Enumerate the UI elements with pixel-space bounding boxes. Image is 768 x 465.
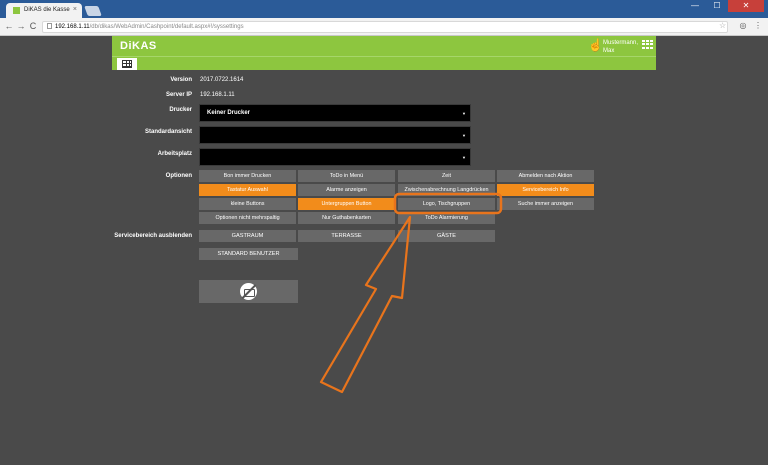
url-path: /db/dikas/WebAdmin/Cashpoint/default.asp… <box>89 24 244 30</box>
workstation-label: Arbeitsplatz <box>157 151 192 157</box>
printer-select[interactable]: Keiner Drucker ▼ <box>199 104 471 122</box>
user-name-line2: Max <box>603 48 615 54</box>
user-name[interactable]: Mustermann, Max <box>603 39 638 55</box>
forward-button[interactable]: → <box>16 21 26 31</box>
chevron-down-icon: ▼ <box>462 133 466 138</box>
standard-user-button[interactable]: STANDARD BENUTZER <box>199 248 298 260</box>
app-subbar <box>112 56 656 70</box>
version-value: 2017.0722.1614 <box>200 77 244 83</box>
printer-select-value: Keiner Drucker <box>207 110 251 116</box>
window-controls: — ☐ ✕ <box>684 0 764 12</box>
option-bon-immer-drucken[interactable]: Bon immer Drucken <box>199 170 296 182</box>
maximize-button[interactable]: ☐ <box>706 0 728 12</box>
service-area-gaeste[interactable]: GÄSTE <box>398 230 495 242</box>
option-untergruppen-button[interactable]: Untergruppen Button <box>298 198 395 210</box>
page-content: DiKAS ☝ Mustermann, Max Version 2017.072… <box>0 36 768 465</box>
back-button[interactable]: ← <box>4 21 14 31</box>
hand-pointer-icon[interactable]: ☝ <box>588 38 603 52</box>
browser-tab[interactable]: DiKAS die Kasse × <box>6 3 82 18</box>
options-label: Optionen <box>165 173 192 179</box>
tab-close-icon[interactable]: × <box>73 6 77 13</box>
service-area-terrasse[interactable]: TERRASSE <box>298 230 395 242</box>
address-bar[interactable]: 192.168.1.11/db/dikas/WebAdmin/Cashpoint… <box>42 21 728 33</box>
option-zeit[interactable]: Zeit <box>398 170 495 182</box>
hide-service-area-label: Servicebereich ausblenden <box>114 233 192 239</box>
option-todo-alarmierung[interactable]: ToDo Alarmierung <box>398 212 495 224</box>
default-view-label: Standardansicht <box>144 129 192 135</box>
option-alarme-anzeigen[interactable]: Alarme anzeigen <box>298 184 395 196</box>
app-header: DiKAS ☝ Mustermann, Max <box>112 36 656 56</box>
option-kleine-buttons[interactable]: kleine Buttons <box>199 198 296 210</box>
chevron-down-icon: ▼ <box>462 155 466 160</box>
favicon-icon <box>13 7 20 14</box>
option-nur-guthabenkarten[interactable]: Nur Guthabenkarten <box>298 212 395 224</box>
workstation-select[interactable]: ▼ <box>199 148 471 166</box>
close-window-button[interactable]: ✕ <box>728 0 764 12</box>
option-optionen-nicht-mehrspaltig[interactable]: Optionen nicht mehrspaltig <box>199 212 296 224</box>
option-suche-immer-anzeigen[interactable]: Suche immer anzeigen <box>497 198 594 210</box>
new-tab-button[interactable] <box>84 6 102 16</box>
bookmark-star-icon[interactable]: ☆ <box>719 21 726 30</box>
tab-title: DiKAS die Kasse <box>24 7 70 13</box>
option-todo-in-menu[interactable]: ToDo in Menü <box>298 170 395 182</box>
reload-button[interactable]: C <box>28 21 38 31</box>
printer-label: Drucker <box>169 107 192 113</box>
default-view-select[interactable]: ▼ <box>199 126 471 144</box>
unlock-button[interactable] <box>199 280 298 303</box>
option-tastatur-auswahl[interactable]: Tastatur Auswahl <box>199 184 296 196</box>
menu-icon[interactable]: ⋮ <box>753 21 763 31</box>
version-label: Version <box>170 77 192 83</box>
no-lock-icon <box>240 283 257 300</box>
option-servicebereich-info[interactable]: Servicebereich Info <box>497 184 594 196</box>
chevron-down-icon: ▼ <box>462 111 466 116</box>
minimize-button[interactable]: — <box>684 0 706 12</box>
option-logo-tischgruppen[interactable]: Logo, Tischgruppen <box>398 198 495 210</box>
url-host: 192.168.1.11 <box>55 24 90 30</box>
table-icon <box>122 60 132 68</box>
apps-grid-icon[interactable] <box>642 40 653 49</box>
browser-toolbar: ← → C 192.168.1.11/db/dikas/WebAdmin/Cas… <box>0 18 768 36</box>
server-ip-value: 192.168.1.11 <box>200 92 235 98</box>
table-view-button[interactable] <box>117 58 137 70</box>
browser-tabbar: DiKAS die Kasse × — ☐ ✕ <box>0 0 768 18</box>
option-zwischenabrechnung[interactable]: Zwischenabrechnung Langdrücken <box>398 184 495 196</box>
user-name-line1: Mustermann, <box>603 40 639 46</box>
server-ip-label: Server IP <box>165 92 192 98</box>
page-info-icon[interactable] <box>47 23 52 29</box>
option-abmelden-nach-aktion[interactable]: Abmelden nach Aktion <box>497 170 594 182</box>
service-area-gastraum[interactable]: GASTRAUM <box>199 230 296 242</box>
globe-icon[interactable]: ◎ <box>738 21 748 31</box>
dikas-logo: DiKAS <box>120 40 157 52</box>
